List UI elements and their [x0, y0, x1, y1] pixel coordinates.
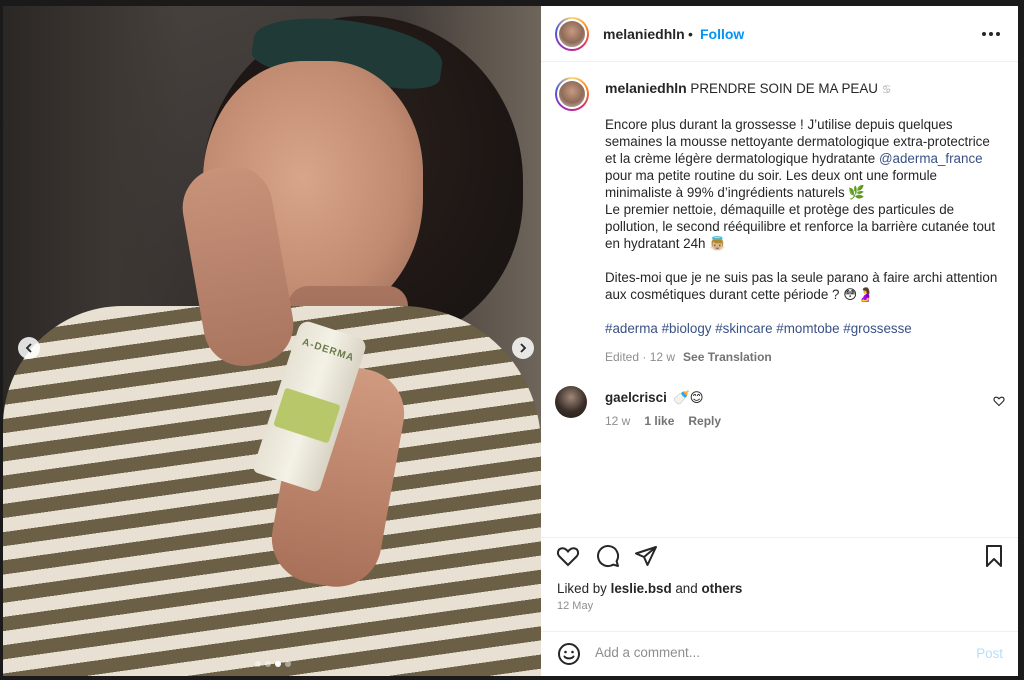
caption-username[interactable]: melaniedhln — [605, 80, 687, 96]
carousel-next-button[interactable] — [512, 337, 534, 359]
emoji-picker-icon[interactable] — [557, 642, 581, 671]
carousel-prev-button[interactable] — [18, 337, 40, 359]
hashtag-link[interactable]: #aderma — [605, 321, 658, 336]
carousel-indicator — [255, 661, 291, 667]
caption-avatar[interactable] — [555, 77, 589, 111]
comment-text: 🍼😊 — [673, 390, 704, 405]
tube-green-band — [273, 387, 341, 444]
separator-dot: • — [688, 26, 693, 42]
caption-meta: Edited · 12 w See Translation — [605, 350, 772, 364]
liked-by-prefix: Liked by — [557, 581, 611, 596]
comment-bubble-icon[interactable] — [596, 544, 620, 573]
commenter-avatar[interactable] — [555, 386, 587, 418]
app-frame: A-DERMA melaniedhln • Follow melaniedhln… — [0, 0, 1024, 680]
avatar-image — [557, 19, 587, 49]
chevron-left-icon — [25, 343, 32, 353]
hashtag-list: #aderma #biology #skincare #momtobe #gro… — [605, 320, 1000, 337]
hashtag-link[interactable]: #momtobe — [776, 321, 839, 336]
avatar-image — [557, 79, 587, 109]
comment-input[interactable] — [595, 645, 955, 660]
caption-text-part: Le premier nettoie, démaquille et protèg… — [605, 202, 996, 251]
caption-paragraph-2: Dites-moi que je ne suis pas la seule pa… — [605, 270, 998, 302]
caption-paragraph-1: Encore plus durant la grossesse ! J’util… — [605, 116, 1000, 252]
caption-section: melaniedhln PRENDRE SOIN DE MA PEAU ♋︎ E… — [541, 63, 1018, 537]
post-comment-button[interactable]: Post — [976, 646, 1003, 661]
save-bookmark-icon[interactable] — [982, 544, 1006, 573]
liked-by-user[interactable]: leslie.bsd — [611, 581, 672, 596]
comment-likes[interactable]: 1 like — [644, 414, 674, 428]
comment-time[interactable]: 12 w — [605, 414, 630, 428]
caption-title-line: melaniedhln PRENDRE SOIN DE MA PEAU ♋︎ — [605, 80, 1000, 99]
reply-button[interactable]: Reply — [688, 414, 721, 428]
author-avatar[interactable] — [555, 17, 589, 51]
comment-meta: 12 w 1 like Reply — [605, 414, 721, 428]
photo-striped-shirt — [3, 306, 541, 676]
hashtag-link[interactable]: #grossesse — [843, 321, 911, 336]
liked-by-and: and — [671, 581, 702, 596]
caption-text-part: pour ma petite routine du soir. Les deux… — [605, 168, 937, 200]
post-date[interactable]: 12 May — [557, 600, 593, 612]
carousel-dot — [255, 661, 261, 667]
see-translation-button[interactable]: See Translation — [683, 350, 772, 364]
follow-button[interactable]: Follow — [700, 26, 744, 42]
add-comment-bar: Post — [541, 631, 1018, 676]
chevron-right-icon — [520, 343, 527, 353]
carousel-dot — [285, 661, 291, 667]
more-options-icon[interactable] — [982, 24, 1000, 44]
comment-like-heart-icon[interactable] — [993, 394, 1005, 412]
hashtag-link[interactable]: #biology — [662, 321, 712, 336]
caption-text: melaniedhln PRENDRE SOIN DE MA PEAU ♋︎ E… — [605, 80, 1000, 354]
like-heart-icon[interactable] — [556, 544, 580, 573]
liked-by-line: Liked by leslie.bsd and others — [557, 581, 742, 596]
caption-title: PRENDRE SOIN DE MA PEAU — [690, 81, 878, 96]
caption-title-emoji: ♋︎ — [881, 84, 892, 96]
post-side-panel: melaniedhln • Follow melaniedhln PRENDRE… — [541, 6, 1018, 676]
author-username[interactable]: melaniedhln — [603, 26, 685, 42]
post-header: melaniedhln • Follow — [541, 6, 1018, 62]
edited-timestamp[interactable]: Edited · 12 w — [605, 350, 675, 364]
carousel-dot — [265, 661, 271, 667]
hashtag-link[interactable]: #skincare — [715, 321, 772, 336]
commenter-username[interactable]: gaelcrisci — [605, 390, 667, 405]
share-send-icon[interactable] — [634, 544, 658, 573]
carousel-dot-active — [275, 661, 281, 667]
mention-link[interactable]: @aderma_france — [879, 151, 983, 166]
post-media[interactable]: A-DERMA — [3, 6, 541, 676]
action-bar — [541, 537, 1018, 577]
tube-brand-text: A-DERMA — [300, 336, 356, 365]
liked-by-others[interactable]: others — [701, 581, 742, 596]
